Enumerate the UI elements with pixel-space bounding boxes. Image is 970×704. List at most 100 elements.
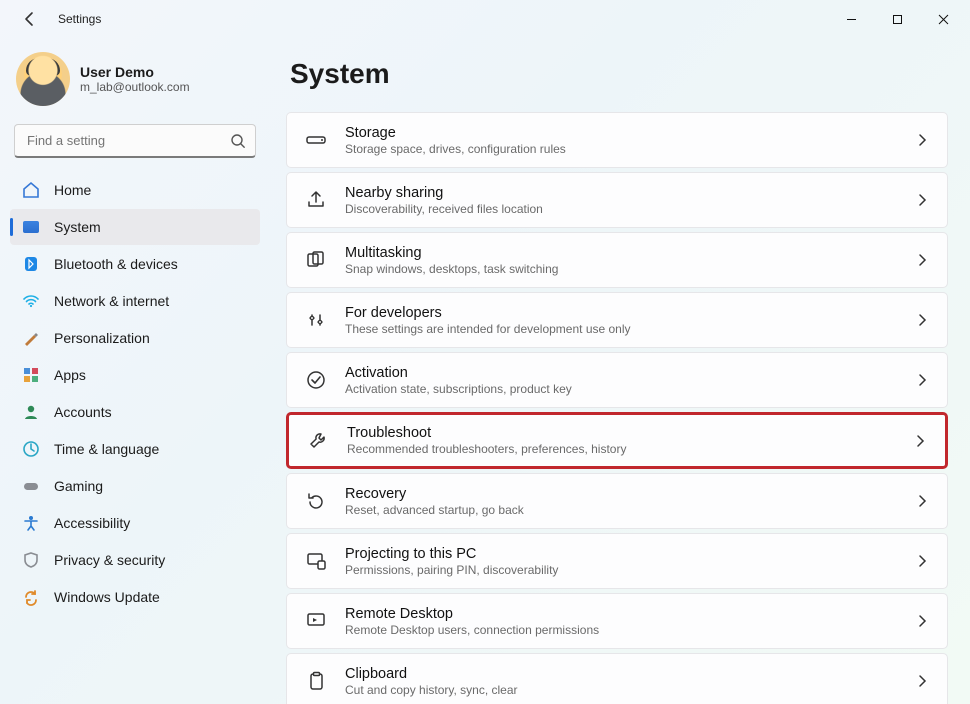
back-button[interactable] — [20, 9, 40, 29]
chevron-right-icon — [915, 253, 929, 267]
page-title: System — [290, 58, 948, 90]
sidebar-item-personalization[interactable]: Personalization — [10, 320, 260, 356]
wrench-icon — [307, 430, 329, 452]
sidebar-item-label: Gaming — [54, 478, 103, 494]
chevron-right-icon — [915, 133, 929, 147]
card-title: Remote Desktop — [345, 606, 897, 622]
home-icon — [22, 181, 40, 199]
card-activation[interactable]: ActivationActivation state, subscription… — [286, 352, 948, 408]
sidebar: User Demo m_lab@outlook.com Home System … — [0, 38, 268, 704]
card-title: Recovery — [345, 486, 897, 502]
card-sub: Cut and copy history, sync, clear — [345, 683, 897, 697]
wifi-icon — [22, 292, 40, 310]
card-sub: Reset, advanced startup, go back — [345, 503, 897, 517]
recovery-icon — [305, 490, 327, 512]
card-title: For developers — [345, 305, 897, 321]
card-sub: These settings are intended for developm… — [345, 322, 897, 336]
card-sub: Activation state, subscriptions, product… — [345, 382, 897, 396]
chevron-right-icon — [913, 434, 927, 448]
card-clipboard[interactable]: ClipboardCut and copy history, sync, cle… — [286, 653, 948, 704]
sidebar-item-label: Time & language — [54, 441, 159, 457]
storage-icon — [305, 129, 327, 151]
card-storage[interactable]: StorageStorage space, drives, configurat… — [286, 112, 948, 168]
card-title: Troubleshoot — [347, 425, 895, 441]
card-title: Storage — [345, 125, 897, 141]
user-block[interactable]: User Demo m_lab@outlook.com — [10, 48, 260, 124]
multitasking-icon — [305, 249, 327, 271]
titlebar: Settings — [0, 0, 970, 38]
clipboard-icon — [305, 670, 327, 692]
sidebar-item-label: Network & internet — [54, 293, 169, 309]
sidebar-item-label: System — [54, 219, 101, 235]
card-troubleshoot[interactable]: TroubleshootRecommended troubleshooters,… — [286, 412, 948, 469]
settings-list: StorageStorage space, drives, configurat… — [286, 112, 948, 704]
card-sub: Snap windows, desktops, task switching — [345, 262, 897, 276]
search-icon — [230, 133, 246, 149]
share-icon — [305, 189, 327, 211]
sidebar-item-network[interactable]: Network & internet — [10, 283, 260, 319]
card-sub: Remote Desktop users, connection permiss… — [345, 623, 897, 637]
search-input[interactable] — [14, 124, 256, 158]
chevron-right-icon — [915, 494, 929, 508]
window-title: Settings — [58, 12, 101, 26]
minimize-button[interactable] — [828, 3, 874, 35]
accessibility-icon — [22, 514, 40, 532]
sidebar-item-home[interactable]: Home — [10, 172, 260, 208]
developer-icon — [305, 309, 327, 331]
system-icon — [22, 218, 40, 236]
chevron-right-icon — [915, 193, 929, 207]
close-button[interactable] — [920, 3, 966, 35]
project-icon — [305, 550, 327, 572]
sidebar-item-bluetooth[interactable]: Bluetooth & devices — [10, 246, 260, 282]
card-projecting[interactable]: Projecting to this PCPermissions, pairin… — [286, 533, 948, 589]
sidebar-item-label: Accessibility — [54, 515, 130, 531]
user-email: m_lab@outlook.com — [80, 80, 190, 94]
sidebar-item-label: Personalization — [54, 330, 150, 346]
sidebar-item-label: Accounts — [54, 404, 112, 420]
sidebar-item-label: Apps — [54, 367, 86, 383]
card-title: Activation — [345, 365, 897, 381]
sidebar-item-label: Privacy & security — [54, 552, 165, 568]
card-sub: Storage space, drives, configuration rul… — [345, 142, 897, 156]
card-multitasking[interactable]: MultitaskingSnap windows, desktops, task… — [286, 232, 948, 288]
sidebar-item-system[interactable]: System — [10, 209, 260, 245]
sidebar-item-windows-update[interactable]: Windows Update — [10, 579, 260, 615]
card-title: Nearby sharing — [345, 185, 897, 201]
apps-icon — [22, 366, 40, 384]
sidebar-item-time-language[interactable]: Time & language — [10, 431, 260, 467]
card-title: Projecting to this PC — [345, 546, 897, 562]
sidebar-item-accounts[interactable]: Accounts — [10, 394, 260, 430]
card-title: Multitasking — [345, 245, 897, 261]
chevron-right-icon — [915, 614, 929, 628]
card-for-developers[interactable]: For developersThese settings are intende… — [286, 292, 948, 348]
sidebar-item-label: Bluetooth & devices — [54, 256, 178, 272]
search-box — [14, 124, 256, 158]
chevron-right-icon — [915, 674, 929, 688]
card-sub: Recommended troubleshooters, preferences… — [347, 442, 895, 456]
update-icon — [22, 588, 40, 606]
gamepad-icon — [22, 477, 40, 495]
avatar — [16, 52, 70, 106]
sidebar-item-accessibility[interactable]: Accessibility — [10, 505, 260, 541]
bluetooth-icon — [22, 255, 40, 273]
globe-clock-icon — [22, 440, 40, 458]
sidebar-nav: Home System Bluetooth & devices Network … — [10, 172, 260, 615]
card-remote-desktop[interactable]: Remote DesktopRemote Desktop users, conn… — [286, 593, 948, 649]
main-content: System StorageStorage space, drives, con… — [268, 38, 970, 704]
chevron-right-icon — [915, 313, 929, 327]
sidebar-item-gaming[interactable]: Gaming — [10, 468, 260, 504]
check-circle-icon — [305, 369, 327, 391]
card-title: Clipboard — [345, 666, 897, 682]
card-nearby-sharing[interactable]: Nearby sharingDiscoverability, received … — [286, 172, 948, 228]
person-icon — [22, 403, 40, 421]
shield-icon — [22, 551, 40, 569]
card-sub: Discoverability, received files location — [345, 202, 897, 216]
user-name: User Demo — [80, 64, 190, 80]
card-recovery[interactable]: RecoveryReset, advanced startup, go back — [286, 473, 948, 529]
sidebar-item-label: Windows Update — [54, 589, 160, 605]
chevron-right-icon — [915, 554, 929, 568]
sidebar-item-apps[interactable]: Apps — [10, 357, 260, 393]
maximize-button[interactable] — [874, 3, 920, 35]
card-sub: Permissions, pairing PIN, discoverabilit… — [345, 563, 897, 577]
sidebar-item-privacy[interactable]: Privacy & security — [10, 542, 260, 578]
